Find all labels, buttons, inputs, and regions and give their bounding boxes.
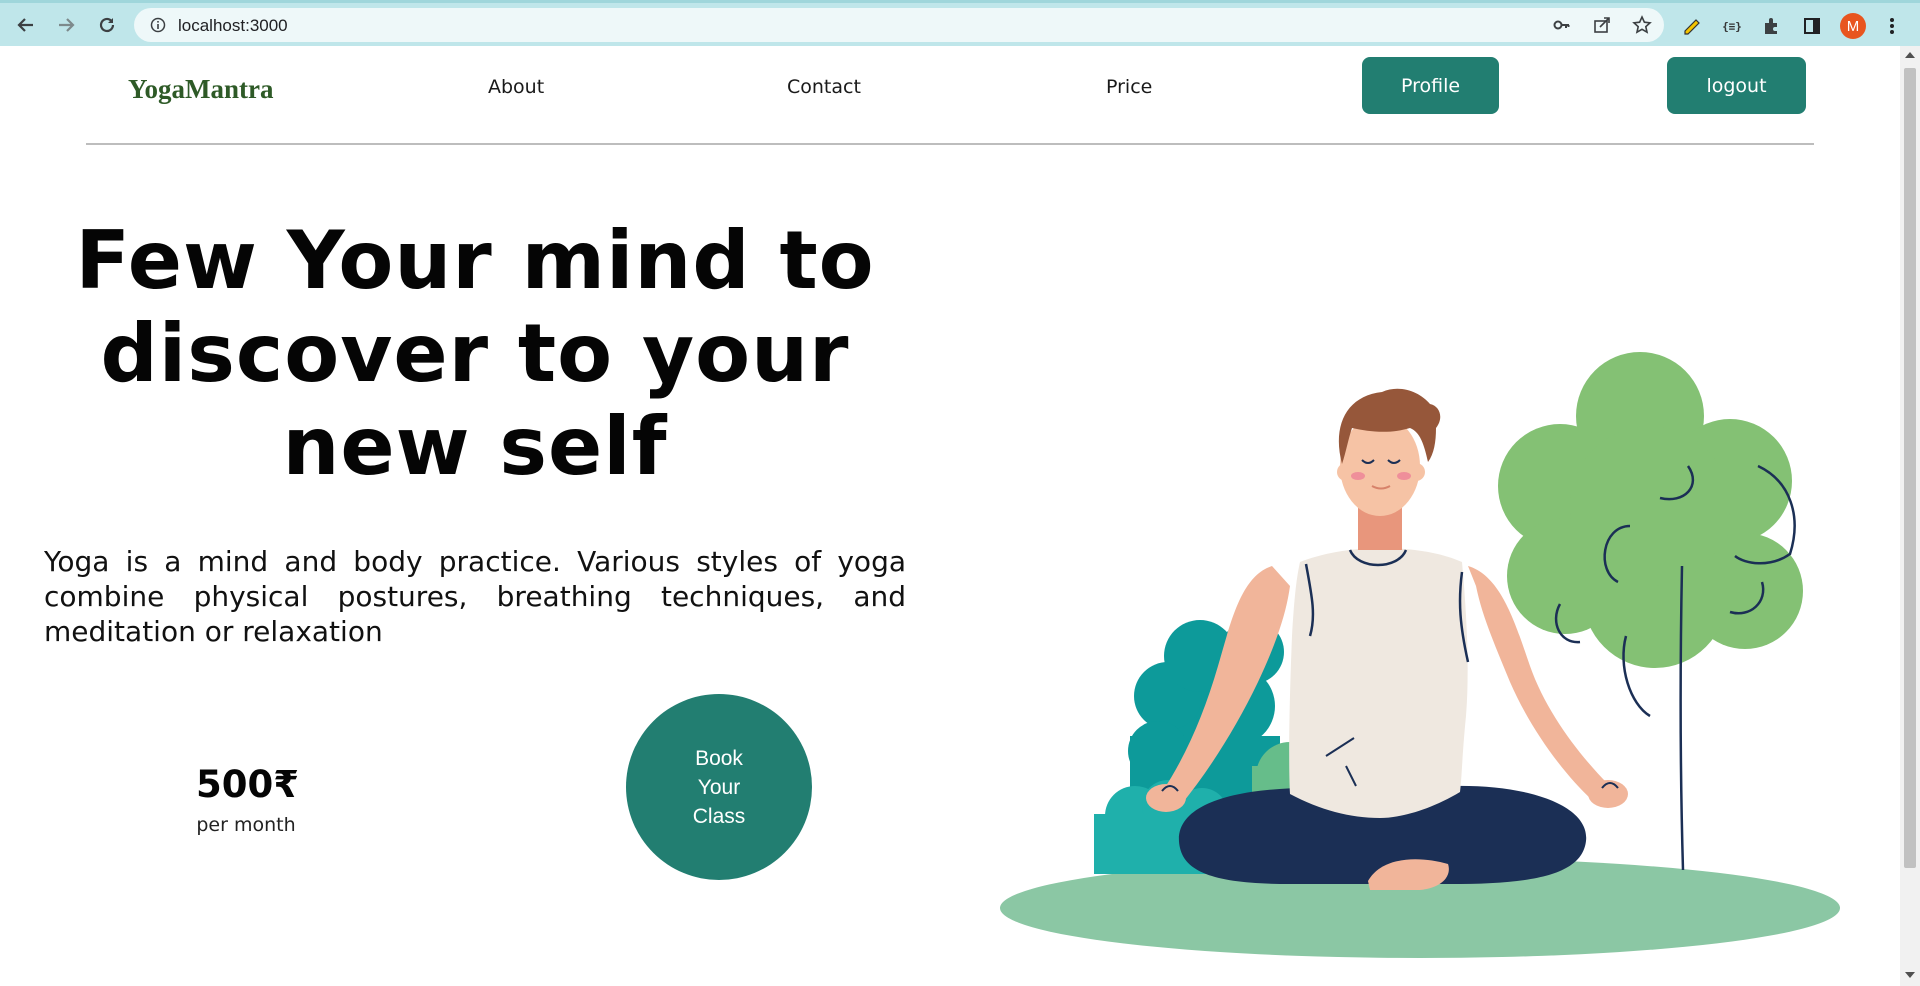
hero-description: Yoga is a mind and body practice. Variou… (44, 545, 906, 648)
json-extension-icon[interactable]: {≡} (1720, 14, 1744, 38)
key-icon[interactable] (1552, 15, 1572, 35)
reload-icon[interactable] (91, 9, 123, 41)
logout-button[interactable]: logout (1667, 57, 1806, 114)
scroll-thumb[interactable] (1904, 68, 1916, 868)
scroll-down-arrow-icon[interactable] (1905, 972, 1915, 978)
share-icon[interactable] (1592, 15, 1612, 35)
pencil-extension-icon[interactable] (1680, 14, 1704, 38)
side-panel-icon[interactable] (1800, 14, 1824, 38)
star-icon[interactable] (1632, 15, 1652, 35)
url-text[interactable]: localhost:3000 (178, 16, 288, 36)
tank-top-shape (1289, 548, 1468, 818)
browser-toolbar: localhost:3000 {≡} M (0, 0, 1920, 46)
hero-title: Few Your mind to discover to your new se… (75, 214, 875, 493)
yoga-meditation-illustration (1000, 352, 1840, 958)
page-content: YogaMantra About Contact Price Profile l… (0, 46, 1900, 986)
page-scrollbar[interactable] (1900, 46, 1920, 986)
book-class-button[interactable]: Book Your Class (626, 694, 812, 880)
forward-icon[interactable] (50, 9, 82, 41)
scroll-up-arrow-icon[interactable] (1905, 52, 1915, 58)
address-bar[interactable]: localhost:3000 (134, 8, 1664, 42)
tree-shape (1498, 352, 1803, 668)
nav-price-link[interactable]: Price (1106, 76, 1152, 98)
price-amount: 500₹ (196, 763, 299, 806)
price-period: per month (196, 814, 296, 836)
site-logo[interactable]: YogaMantra (128, 74, 273, 105)
more-icon[interactable] (1880, 14, 1904, 38)
nav-about-link[interactable]: About (488, 76, 544, 98)
profile-avatar[interactable]: M (1840, 13, 1866, 39)
profile-button[interactable]: Profile (1362, 57, 1499, 114)
site-info-icon[interactable] (148, 15, 168, 35)
book-class-label: Book Your Class (692, 746, 746, 828)
puzzle-extension-icon[interactable] (1760, 14, 1784, 38)
nav-contact-link[interactable]: Contact (787, 76, 861, 98)
back-icon[interactable] (10, 9, 42, 41)
header-divider (86, 143, 1814, 145)
